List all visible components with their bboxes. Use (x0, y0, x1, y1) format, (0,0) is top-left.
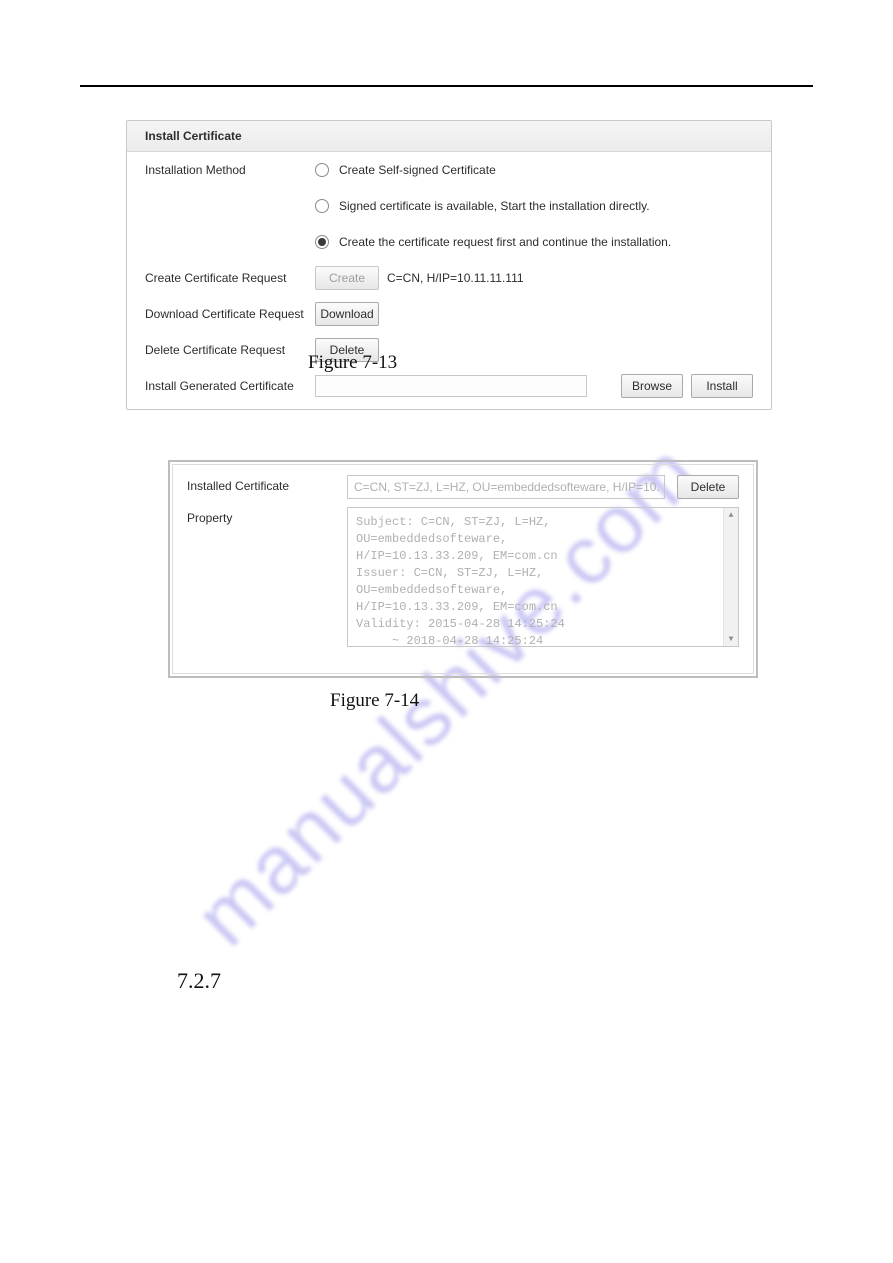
installed-certificate-panel: Installed Certificate C=CN, ST=ZJ, L=HZ,… (168, 460, 758, 678)
create-request-label: Create Certificate Request (145, 272, 315, 284)
browse-button[interactable]: Browse (621, 374, 683, 398)
scrollbar[interactable]: ▲▼ (723, 508, 738, 646)
radio-create-request-label: Create the certificate request first and… (339, 236, 671, 248)
delete-installed-button[interactable]: Delete (677, 475, 739, 499)
panel-title: Install Certificate (127, 121, 771, 152)
section-number: 7.2.7 (177, 968, 221, 994)
scroll-down-icon[interactable]: ▼ (724, 632, 738, 646)
property-label: Property (187, 507, 347, 525)
radio-self-signed-label: Create Self-signed Certificate (339, 164, 496, 176)
figure-7-14-caption: Figure 7-14 (330, 690, 419, 712)
install-certificate-panel: Install Certificate Installation Method … (126, 120, 772, 410)
property-text: Subject: C=CN, ST=ZJ, L=HZ, OU=embeddeds… (356, 515, 565, 648)
install-generated-label: Install Generated Certificate (145, 380, 315, 392)
property-textarea[interactable]: Subject: C=CN, ST=ZJ, L=HZ, OU=embeddeds… (347, 507, 739, 647)
radio-signed-available[interactable] (315, 199, 329, 213)
scroll-up-icon[interactable]: ▲ (724, 508, 738, 522)
download-button[interactable]: Download (315, 302, 379, 326)
radio-create-request[interactable] (315, 235, 329, 249)
radio-signed-available-label: Signed certificate is available, Start t… (339, 200, 650, 212)
installation-method-label: Installation Method (145, 164, 315, 176)
delete-request-label: Delete Certificate Request (145, 344, 315, 356)
radio-self-signed[interactable] (315, 163, 329, 177)
create-button[interactable]: Create (315, 266, 379, 290)
install-button[interactable]: Install (691, 374, 753, 398)
create-request-value: C=CN, H/IP=10.11.11.111 (387, 272, 524, 284)
header-rule (80, 85, 813, 87)
download-request-label: Download Certificate Request (145, 308, 315, 320)
installed-certificate-field: C=CN, ST=ZJ, L=HZ, OU=embeddedsofteware,… (347, 475, 665, 499)
certificate-path-field[interactable] (315, 375, 587, 397)
figure-7-13-caption: Figure 7-13 (308, 352, 397, 374)
installed-certificate-label: Installed Certificate (187, 475, 347, 493)
